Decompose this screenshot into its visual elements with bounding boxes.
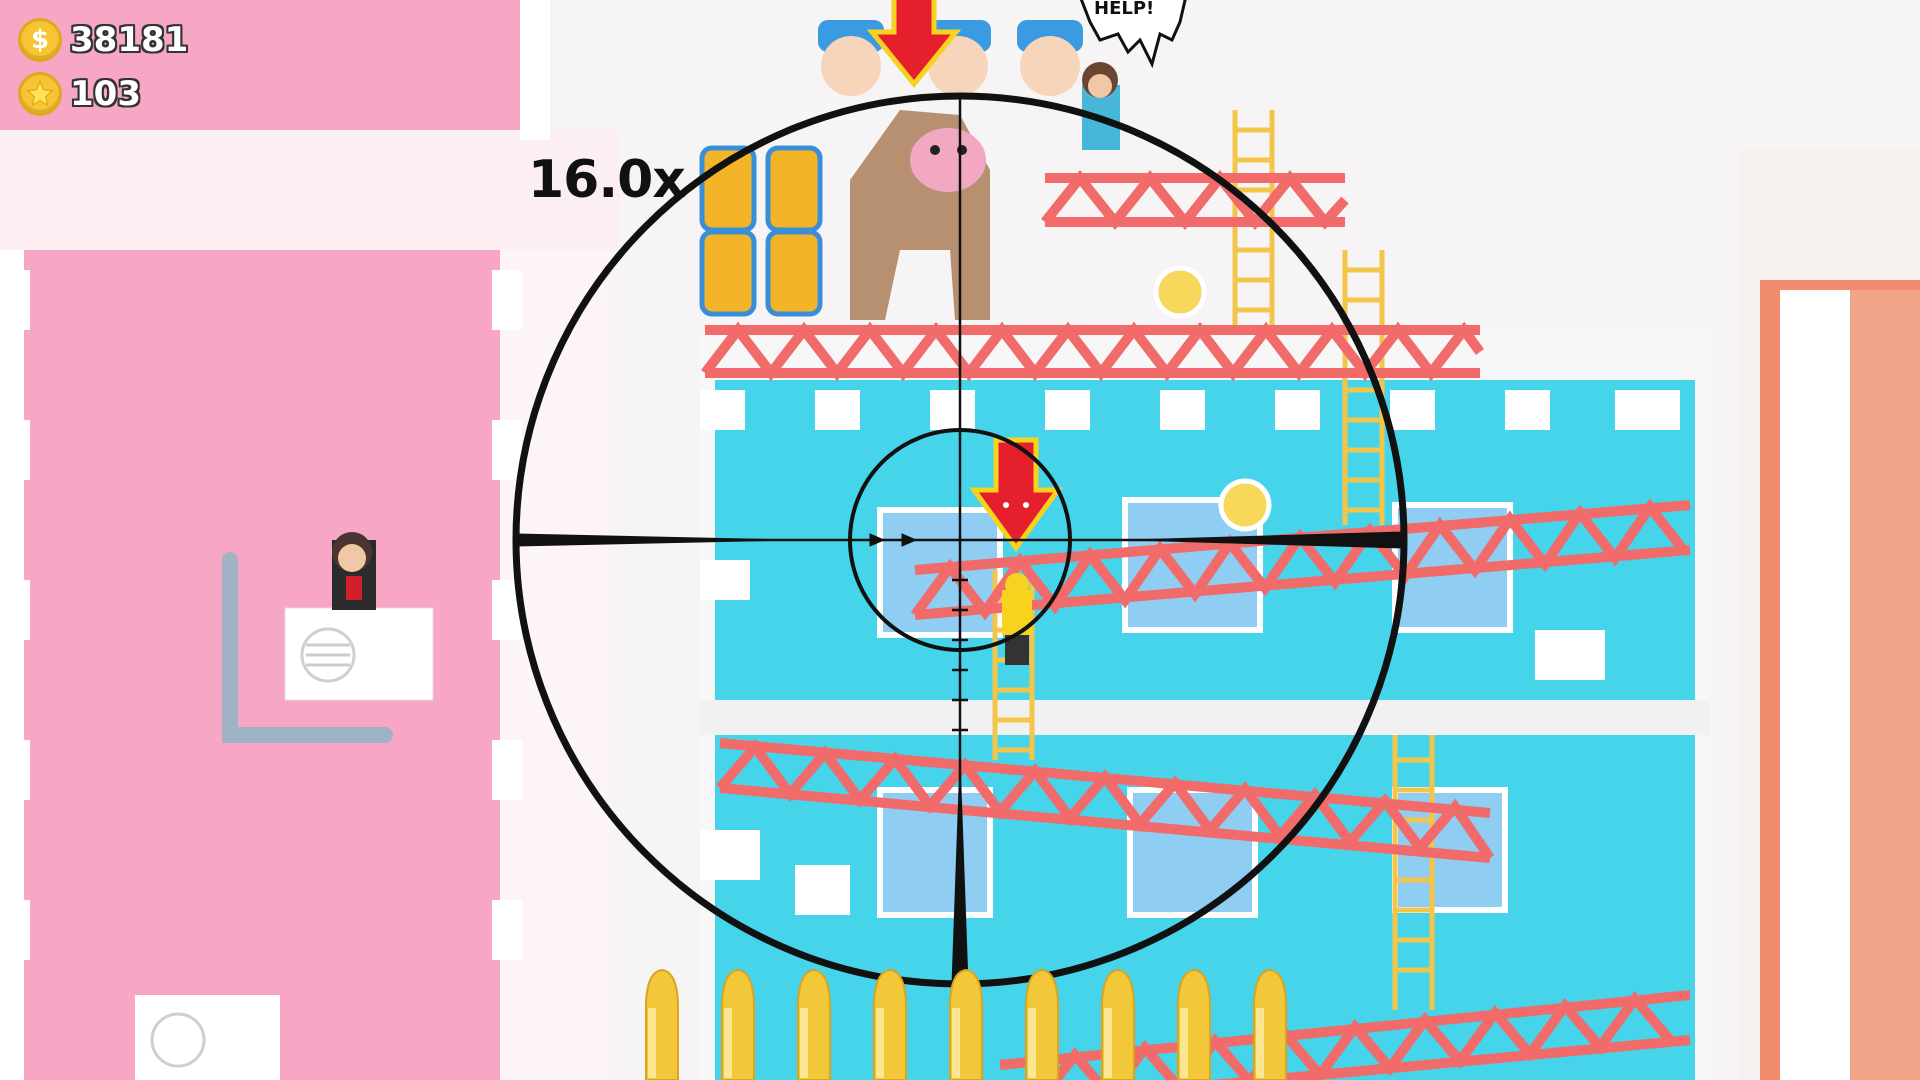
hostage-girl[interactable] — [1082, 62, 1120, 150]
bullet-icon — [868, 968, 912, 1080]
bullet-icon — [1248, 968, 1292, 1080]
climber-target[interactable] — [1002, 573, 1032, 665]
gorilla-enemy[interactable] — [850, 110, 990, 320]
star-icon — [18, 72, 62, 116]
woman-bystander[interactable] — [332, 532, 376, 610]
dollar-coin-icon: $ — [18, 18, 62, 62]
coins-counter: $ 38181 — [18, 18, 188, 62]
bullet-icon — [1096, 968, 1140, 1080]
orange-building — [1740, 150, 1920, 1080]
bullet-icon — [944, 968, 988, 1080]
bullet-icon — [1172, 968, 1216, 1080]
bullet-icon — [792, 968, 836, 1080]
stars-value: 103 — [70, 74, 141, 114]
bullet-icon — [716, 968, 760, 1080]
stars-counter: 103 — [18, 72, 141, 116]
coins-value: 38181 — [70, 20, 189, 60]
bullet-icon — [640, 968, 684, 1080]
bullet-icon — [1020, 968, 1064, 1080]
game-scene[interactable]: HELP! — [0, 0, 1920, 1080]
zoom-level: 16.0x — [528, 150, 686, 210]
help-text: HELP! — [1094, 0, 1154, 19]
barrels — [699, 145, 823, 317]
